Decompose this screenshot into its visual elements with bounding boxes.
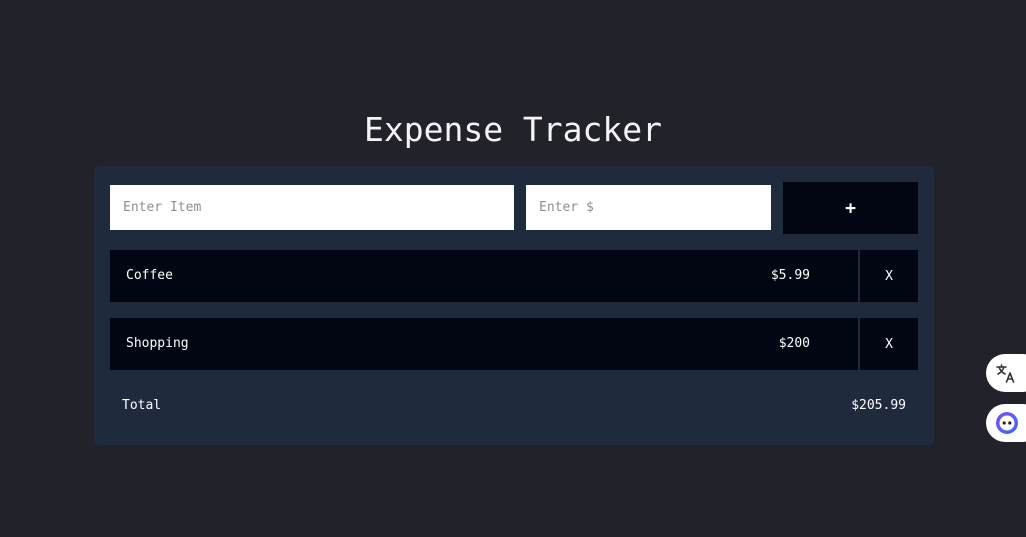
total-value: $205.99 <box>851 398 906 413</box>
translate-button[interactable] <box>986 354 1026 392</box>
translate-icon <box>996 364 1015 383</box>
expense-amount: $200 <box>778 336 810 351</box>
item-input[interactable] <box>110 185 514 230</box>
expense-amount: $5.99 <box>770 268 810 283</box>
amount-input[interactable] <box>526 185 771 230</box>
expense-row: Shopping $200 X <box>110 318 918 370</box>
expense-row: Coffee $5.99 X <box>110 250 918 302</box>
delete-expense-button[interactable]: X <box>860 250 918 302</box>
expense-name: Coffee <box>126 268 173 283</box>
add-expense-button[interactable]: + <box>783 182 918 234</box>
expense-name: Shopping <box>126 336 189 351</box>
total-label: Total <box>122 398 162 413</box>
delete-expense-button[interactable]: X <box>860 318 918 370</box>
assistant-button[interactable] <box>986 404 1026 442</box>
page-title: Expense Tracker <box>363 110 662 149</box>
expense-card: + Coffee $5.99 X Shopping $200 X Total $… <box>94 166 934 445</box>
assistant-icon <box>996 412 1018 434</box>
